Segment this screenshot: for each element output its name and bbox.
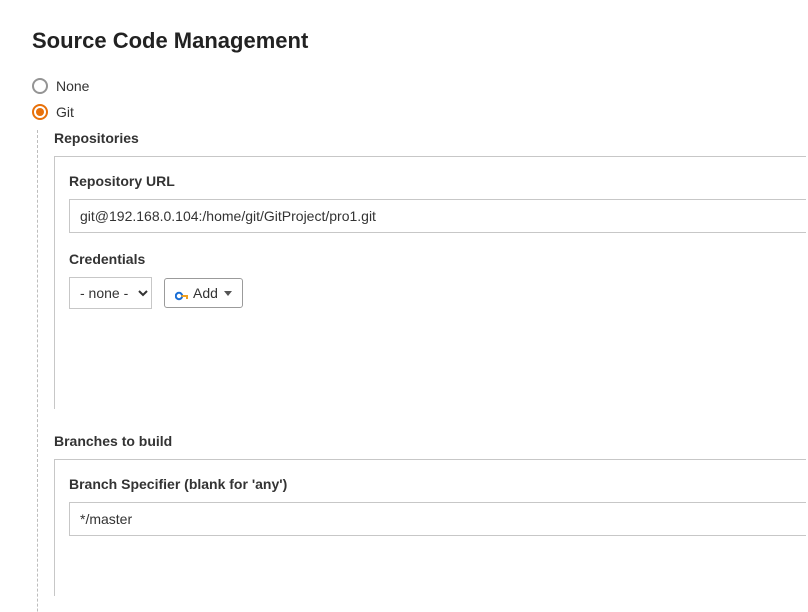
radio-selected-icon — [32, 104, 48, 120]
branch-specifier-label: Branch Specifier (blank for 'any') — [69, 476, 806, 492]
add-button-label: Add — [193, 285, 218, 301]
scm-option-git-label: Git — [56, 104, 74, 120]
key-icon — [175, 288, 189, 298]
credentials-select[interactable]: - none - — [69, 277, 152, 309]
scm-option-none[interactable]: None — [32, 78, 808, 94]
repo-url-label: Repository URL — [69, 173, 806, 189]
page-title: Source Code Management — [32, 28, 808, 54]
repositories-label: Repositories — [54, 130, 808, 146]
radio-unselected-icon — [32, 78, 48, 94]
chevron-down-icon — [224, 291, 232, 296]
scm-option-git[interactable]: Git — [32, 104, 808, 120]
branches-label: Branches to build — [54, 433, 808, 449]
add-credentials-button[interactable]: Add — [164, 278, 243, 308]
branches-panel: Branch Specifier (blank for 'any') — [54, 459, 806, 596]
scm-option-none-label: None — [56, 78, 89, 94]
credentials-label: Credentials — [69, 251, 806, 267]
repo-url-input[interactable] — [69, 199, 806, 233]
repositories-panel: Repository URL Credentials - none - — [54, 156, 806, 409]
branch-specifier-input[interactable] — [69, 502, 806, 536]
